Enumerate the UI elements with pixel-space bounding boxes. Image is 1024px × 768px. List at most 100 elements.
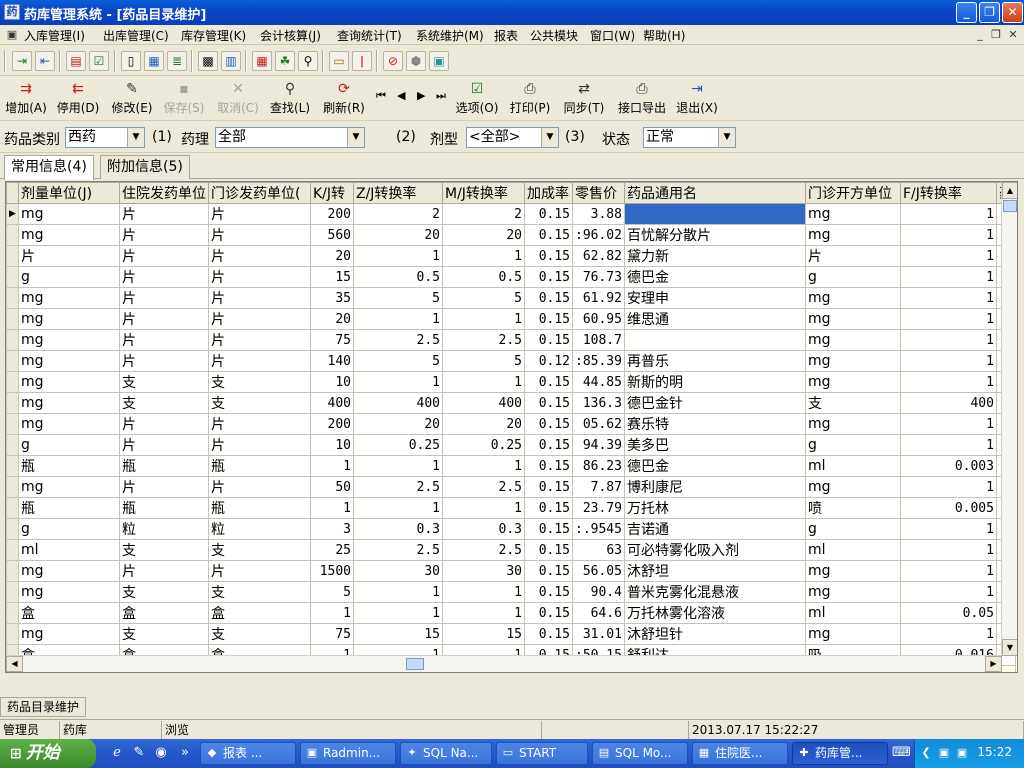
table-cell[interactable]: 1 xyxy=(353,308,443,330)
table-cell[interactable]: 0.15 xyxy=(524,455,573,477)
current-row-indicator[interactable]: ▶ xyxy=(6,203,19,225)
hexagon-icon[interactable]: ⬢ xyxy=(406,51,426,71)
chevron-down-icon[interactable]: ▼ xyxy=(541,128,558,147)
table-cell[interactable]: 90.4 xyxy=(572,581,625,603)
row-indicator[interactable] xyxy=(6,287,19,309)
table-cell[interactable]: 片 xyxy=(119,560,209,582)
table-cell[interactable]: 94.39 xyxy=(572,434,625,456)
table-cell[interactable]: 200 xyxy=(310,413,354,435)
table-cell[interactable]: 支 xyxy=(119,392,209,414)
table-cell[interactable]: 吉诺通 xyxy=(623,518,806,540)
table-cell[interactable]: 2 xyxy=(442,203,525,225)
table-cell[interactable]: 片 xyxy=(18,245,120,267)
row-indicator[interactable] xyxy=(6,329,19,351)
table-cell[interactable]: mg xyxy=(804,224,901,246)
table-cell[interactable]: 新斯的明 xyxy=(623,371,806,393)
table-cell[interactable]: 0.005 xyxy=(899,497,997,519)
table-cell[interactable]: g xyxy=(18,518,120,540)
table-cell[interactable]: 支 xyxy=(119,581,209,603)
table-cell[interactable]: 博利康尼 xyxy=(623,476,806,498)
table-cell[interactable]: 片 xyxy=(208,434,311,456)
table-row[interactable]: mg 片片 140 5 5 0.12:85.39 再普乐 mg 1 xyxy=(6,350,1016,372)
table-cell[interactable]: 56.05 xyxy=(572,560,625,582)
table-cell[interactable]: 片 xyxy=(208,308,311,330)
column-header[interactable]: 加成率 xyxy=(524,182,573,204)
table-cell[interactable]: 25 xyxy=(310,539,354,561)
table-cell[interactable]: 1 xyxy=(899,245,997,267)
table-cell[interactable]: 0.15 xyxy=(524,602,573,624)
table-cell[interactable]: mg xyxy=(804,308,901,330)
table-cell[interactable]: 2.5 xyxy=(442,329,525,351)
column-header[interactable]: 门诊发药单位( xyxy=(208,182,311,204)
table-cell[interactable]: 盒 xyxy=(119,602,209,624)
table-row[interactable]: 片片片 20 1 1 0.15 62.82 黛力新片 1 xyxy=(6,245,1016,267)
table-cell[interactable]: 5 xyxy=(442,350,525,372)
table-row[interactable]: mg 片片 75 2.5 2.5 0.15 108.7 mg 1 xyxy=(6,329,1016,351)
row-indicator[interactable] xyxy=(6,518,19,540)
table-cell[interactable]: mg xyxy=(804,623,901,645)
table-cell[interactable]: g xyxy=(804,518,901,540)
table-cell[interactable]: 62.82 xyxy=(572,245,625,267)
table-cell[interactable]: 1 xyxy=(442,308,525,330)
chevron-down-icon[interactable]: ▼ xyxy=(718,128,735,147)
table-cell[interactable]: ml xyxy=(18,539,120,561)
mdi-minimize-button[interactable]: _ xyxy=(972,28,988,42)
dosage-select[interactable]: <全部> ▼ xyxy=(466,127,559,148)
table-row[interactable]: 瓶瓶瓶 1 1 1 0.15 86.23 德巴金 ml 0.003 xyxy=(6,455,1016,477)
row-indicator[interactable] xyxy=(6,497,19,519)
add-button[interactable]: ⇉ 增加(A) xyxy=(4,79,48,119)
drug-table[interactable]: 剂量单位(J) 住院发药单位 门诊发药单位( K/J转 Z/J转换率 M/J转换… xyxy=(5,181,1018,673)
table-cell[interactable]: 可必特雾化吸入剂 xyxy=(623,539,806,561)
table-cell[interactable]: 20 xyxy=(310,245,354,267)
status-select[interactable]: 正常 ▼ xyxy=(643,127,736,148)
table-cell[interactable]: 1 xyxy=(353,371,443,393)
pharmacology-select[interactable]: 全部 ▼ xyxy=(215,127,365,148)
media-icon[interactable]: ◉ xyxy=(152,744,170,762)
table-cell[interactable]: 0.15 xyxy=(524,581,573,603)
table-cell[interactable]: 片 xyxy=(208,560,311,582)
table-cell[interactable]: mg xyxy=(18,413,120,435)
table-cell[interactable]: mg xyxy=(804,476,901,498)
table-cell[interactable]: ml xyxy=(804,602,901,624)
menu-help[interactable]: 帮助(H) xyxy=(643,27,685,44)
chevron-down-icon[interactable]: ▼ xyxy=(127,128,144,147)
table-cell[interactable]: 0.25 xyxy=(353,434,443,456)
menu-window[interactable]: 窗口(W) xyxy=(590,27,635,44)
chevron-down-icon[interactable]: ▼ xyxy=(347,128,364,147)
people-icon[interactable]: ☘ xyxy=(275,51,295,71)
table-row[interactable]: mg 片片 50 2.5 2.5 0.15 7.87 博利康尼 mg 1 xyxy=(6,476,1016,498)
menu-system[interactable]: 系统维护(M) xyxy=(416,27,484,44)
table-cell[interactable]: 片 xyxy=(208,287,311,309)
first-record-icon[interactable]: ⏮ xyxy=(376,89,386,103)
table-cell[interactable]: 1 xyxy=(899,623,997,645)
table-cell[interactable]: 瓶 xyxy=(18,455,120,477)
taskbar-button-sql-mo[interactable]: ▤ SQL Mo... xyxy=(592,742,688,765)
row-indicator[interactable] xyxy=(6,539,19,561)
login-icon[interactable]: ⇥ xyxy=(12,51,32,71)
cancel-button[interactable]: ✕ 取消(C) xyxy=(216,79,260,119)
table-cell[interactable]: 61.92 xyxy=(572,287,625,309)
table-cell[interactable]: 0.3 xyxy=(442,518,525,540)
table-cell[interactable]: 2.5 xyxy=(353,539,443,561)
taskbar-button-reports[interactable]: ◆ 报表 ... xyxy=(200,742,296,765)
table-cell[interactable]: 1 xyxy=(899,287,997,309)
row-indicator[interactable] xyxy=(6,476,19,498)
table-row[interactable]: 盒盒盒 1 1 1 0.15 64.6 万托林雾化溶液 ml 0.05 xyxy=(6,602,1016,624)
table-cell[interactable]: 05.62 xyxy=(572,413,625,435)
table-cell[interactable]: 1 xyxy=(442,371,525,393)
table-cell[interactable]: 86.23 xyxy=(572,455,625,477)
quicklaunch-icon[interactable]: ✎ xyxy=(130,744,148,762)
table-cell[interactable]: 片 xyxy=(804,245,901,267)
find-button[interactable]: ⚲ 查找(L) xyxy=(268,79,312,119)
table-cell[interactable]: 沐舒坦 xyxy=(623,560,806,582)
prev-record-icon[interactable]: ◀ xyxy=(397,89,405,102)
table-cell[interactable]: :85.39 xyxy=(572,350,625,372)
column-header[interactable]: 零售价 xyxy=(572,182,625,204)
table-cell[interactable]: 黛力新 xyxy=(623,245,806,267)
table-cell[interactable]: 支 xyxy=(208,581,311,603)
last-record-icon[interactable]: ⏭ xyxy=(436,89,446,103)
table-cell[interactable]: 1 xyxy=(442,245,525,267)
table-cell[interactable]: 德巴金针 xyxy=(623,392,806,414)
table-cell[interactable]: g xyxy=(804,434,901,456)
checkbox-icon[interactable]: ☑ xyxy=(89,51,109,71)
